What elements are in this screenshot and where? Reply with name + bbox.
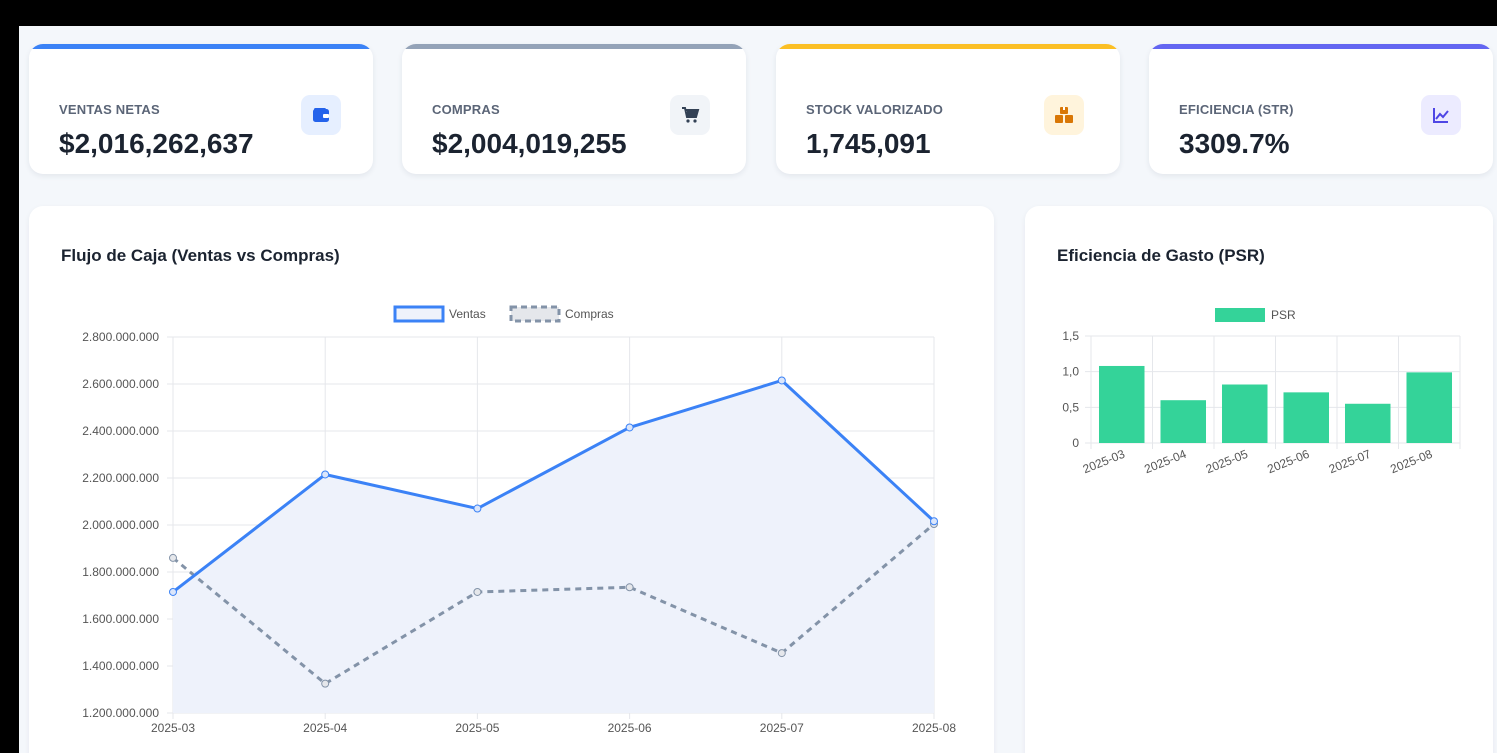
kpi-value: 1,745,091 — [806, 128, 931, 159]
cashflow-panel: Flujo de Caja (Ventas vs Compras) — [29, 206, 994, 753]
dashboard: VENTAS NETAS $2,016,262,637 COMPRAS $2,0… — [19, 26, 1497, 753]
cashflow-title: Flujo de Caja (Ventas vs Compras) — [61, 246, 340, 265]
cart-icon — [670, 95, 710, 135]
kpi-accent-bar — [776, 44, 1120, 49]
kpi-label: EFICIENCIA (STR) — [1179, 102, 1294, 117]
kpi-label: VENTAS NETAS — [59, 102, 160, 117]
wallet-icon — [301, 95, 341, 135]
kpi-card-ventas-netas: VENTAS NETAS $2,016,262,637 — [29, 44, 373, 174]
kpi-accent-bar — [402, 44, 746, 49]
kpi-value: 3309.7% — [1179, 128, 1290, 159]
kpi-accent-bar — [29, 44, 373, 49]
boxes-icon — [1044, 95, 1084, 135]
psr-title: Eficiencia de Gasto (PSR) — [1057, 246, 1265, 265]
kpi-card-eficiencia: EFICIENCIA (STR) 3309.7% — [1149, 44, 1493, 174]
kpi-label: STOCK VALORIZADO — [806, 102, 944, 117]
psr-panel: Eficiencia de Gasto (PSR) — [1025, 206, 1493, 753]
kpi-accent-bar — [1149, 44, 1493, 49]
line-chart-icon — [1421, 95, 1461, 135]
kpi-value: $2,004,019,255 — [432, 128, 627, 159]
kpi-value: $2,016,262,637 — [59, 128, 254, 159]
kpi-card-compras: COMPRAS $2,004,019,255 — [402, 44, 746, 174]
kpi-card-stock-valorizado: STOCK VALORIZADO 1,745,091 — [776, 44, 1120, 174]
kpi-label: COMPRAS — [432, 102, 500, 117]
